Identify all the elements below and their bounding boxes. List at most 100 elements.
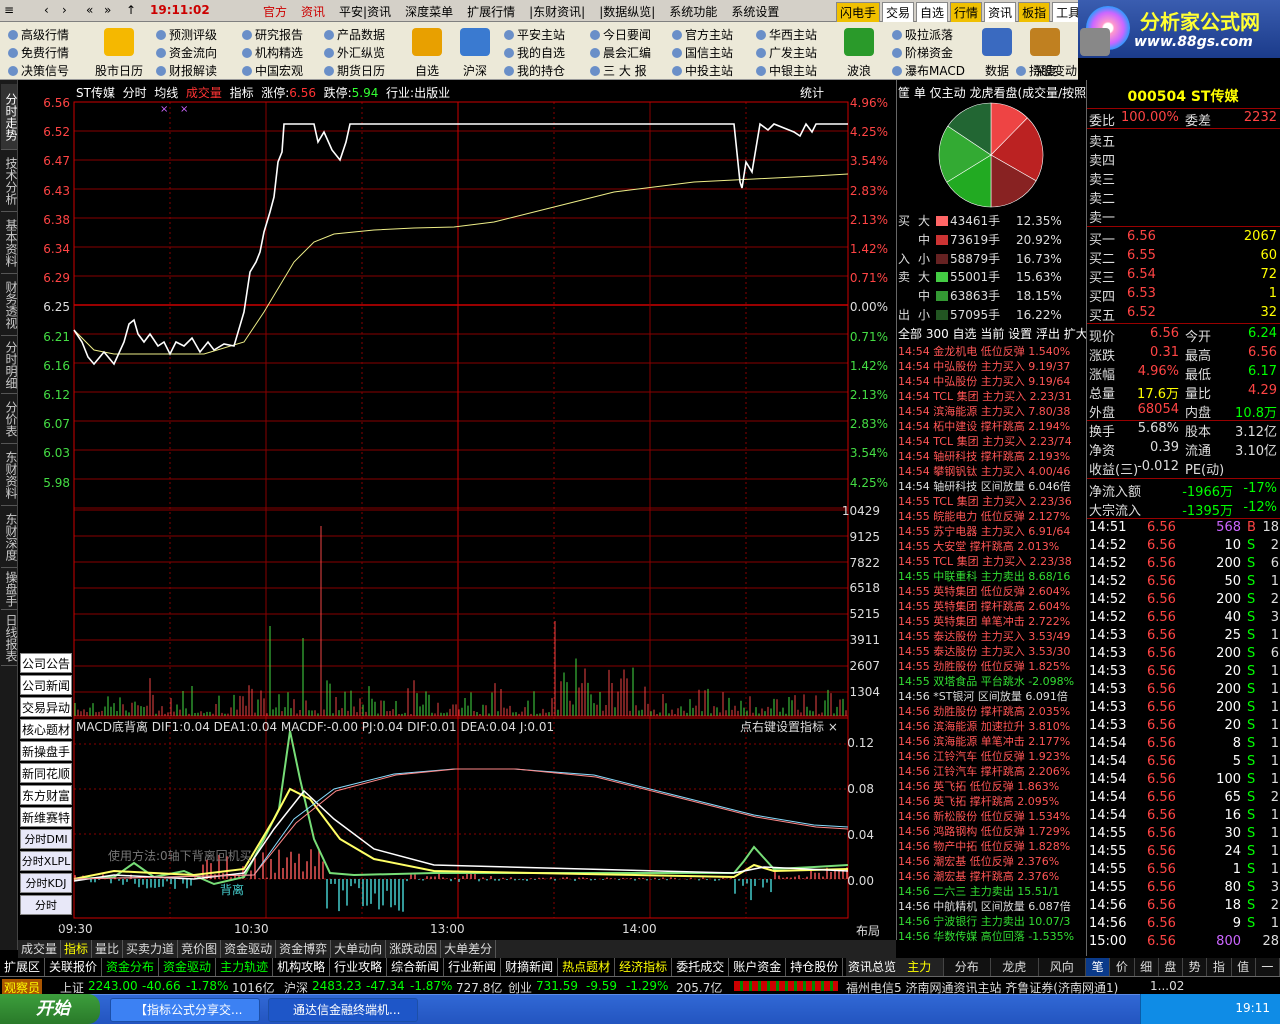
- toolbar-link-col6-2[interactable]: 三 大 报: [590, 62, 647, 79]
- flow-row[interactable]: 14:55 TCL 集团 主力买入 2.23/38: [898, 554, 1086, 569]
- quick-btn-3[interactable]: 行情: [950, 2, 983, 23]
- close-icon[interactable]: ×: [828, 720, 838, 734]
- flow-row[interactable]: 14:54 金龙机电 低位反弹 1.540%: [898, 344, 1086, 359]
- menu-item-2[interactable]: 平安|资讯: [332, 0, 398, 22]
- flow-row[interactable]: 14:55 泰达股份 主力买入 3.53/30: [898, 644, 1086, 659]
- toolbar-link-col2-1[interactable]: 资金流向: [156, 44, 217, 61]
- indicator-tab-0[interactable]: 成交量: [18, 940, 62, 958]
- side-button-0[interactable]: 公司公告: [20, 653, 72, 673]
- flow-row[interactable]: 14:56 英飞拓 撑杆跳高 2.095%: [898, 794, 1086, 809]
- big2-label[interactable]: 自选: [400, 62, 454, 79]
- side-button-5[interactable]: 新同花顺: [20, 763, 72, 783]
- flow-row[interactable]: 14:54 轴研科技 区间放量 6.046倍: [898, 479, 1086, 494]
- flow-row[interactable]: 14:56 滨海能源 单笔冲击 2.177%: [898, 734, 1086, 749]
- right-tab-6[interactable]: 值: [1232, 958, 1256, 976]
- flow-row[interactable]: 14:56 新松股份 低位反弹 1.534%: [898, 809, 1086, 824]
- right-tab-4[interactable]: 势: [1183, 958, 1208, 976]
- ext-tab-13[interactable]: 账户资金: [729, 958, 787, 976]
- back-icon[interactable]: ‹: [44, 3, 49, 17]
- side-button-1[interactable]: 公司新闻: [20, 675, 72, 695]
- mid-tab-2[interactable]: 龙虎: [991, 958, 1039, 976]
- flow-row[interactable]: 14:56 滨海能源 加速拉升 3.810%: [898, 719, 1086, 734]
- vtab-7[interactable]: 东财深度: [1, 506, 18, 568]
- menu-item-5[interactable]: |东财资讯|: [522, 0, 592, 22]
- side-button-11[interactable]: 分时MACD: [20, 895, 72, 932]
- flow-row[interactable]: 14:56 物产中拓 低位反弹 1.828%: [898, 839, 1086, 854]
- side-button-6[interactable]: 东方财富: [20, 785, 72, 805]
- flow-row[interactable]: 14:56 二六三 主力卖出 15.51/1: [898, 884, 1086, 899]
- big3-label[interactable]: 沪深: [448, 62, 502, 79]
- ext-tab-4[interactable]: 主力轨迹: [216, 958, 274, 976]
- flow-row[interactable]: 14:54 滨海能源 主力买入 7.80/38: [898, 404, 1086, 419]
- flow-row[interactable]: 14:56 鸿路钢构 低位反弹 1.729%: [898, 824, 1086, 839]
- taskbar-item-tdx[interactable]: 通达信金融终端机...: [268, 998, 418, 1022]
- toolbar-link-col1-0[interactable]: 高级行情: [8, 26, 69, 43]
- big5-icon[interactable]: [982, 28, 1012, 56]
- toolbar-link-col4-2[interactable]: 期货日历: [324, 62, 385, 79]
- flow-row[interactable]: 14:55 英特集团 低位反弹 2.604%: [898, 584, 1086, 599]
- toolbar-link-col6-1[interactable]: 晨会汇编: [590, 44, 651, 61]
- tab-volume[interactable]: 成交量: [186, 86, 222, 100]
- vtab-3[interactable]: 财务透视: [1, 274, 18, 336]
- menu-item-8[interactable]: 系统设置: [724, 0, 786, 22]
- mid-tab-3[interactable]: 风向: [1039, 958, 1086, 976]
- taskbar-item-browser[interactable]: 【指标公式分享交...: [110, 998, 260, 1022]
- tab-indicator[interactable]: 指标: [230, 86, 254, 100]
- info-overview-button[interactable]: 资讯总览: [846, 958, 898, 976]
- menu-item-7[interactable]: 系统功能: [662, 0, 724, 22]
- toolbar-link-col3-1[interactable]: 机构精选: [242, 44, 303, 61]
- flow-row[interactable]: 14:54 中弘股份 主力买入 9.19/64: [898, 374, 1086, 389]
- toolbar-link-col1-1[interactable]: 免费行情: [8, 44, 69, 61]
- ext-tab-8[interactable]: 行业新闻: [444, 958, 502, 976]
- side-button-3[interactable]: 核心题材: [20, 719, 72, 739]
- big6-label[interactable]: 深度: [1018, 62, 1072, 79]
- prev-icon[interactable]: «: [86, 3, 93, 17]
- mid-tab-1[interactable]: 分布: [944, 958, 991, 976]
- flow-row[interactable]: 14:55 英特集团 单笔冲击 2.722%: [898, 614, 1086, 629]
- big3-icon[interactable]: [460, 28, 490, 56]
- flow-row[interactable]: 14:56 劲胜股份 撑杆跳高 2.035%: [898, 704, 1086, 719]
- tab-fenshi[interactable]: 分时: [123, 86, 147, 100]
- ext-tab-14[interactable]: 持仓股份: [786, 958, 844, 976]
- big6-icon[interactable]: [1030, 28, 1060, 56]
- menu-item-6[interactable]: |数据纵览|: [592, 0, 662, 22]
- vtab-9[interactable]: 日线报表: [1, 610, 18, 666]
- flow-row[interactable]: 14:54 TCL 集团 主力买入 2.23/31: [898, 389, 1086, 404]
- toolbar-link-col1-2[interactable]: 决策信号: [8, 62, 69, 79]
- quick-btn-1[interactable]: 交易: [882, 2, 915, 23]
- toolbar-link-col9-1[interactable]: 阶梯资金: [892, 44, 953, 61]
- layout-label[interactable]: 布局: [856, 922, 880, 939]
- quick-btn-2[interactable]: 自选: [916, 2, 949, 23]
- toolbar-link-col2-0[interactable]: 预测评级: [156, 26, 217, 43]
- flow-row[interactable]: 14:56 中航精机 区间放量 6.087倍: [898, 899, 1086, 914]
- side-button-9[interactable]: 分时XLPL: [20, 851, 72, 871]
- big4-label[interactable]: 波浪: [832, 62, 886, 79]
- right-tab-0[interactable]: 笔: [1086, 958, 1111, 976]
- toolbar-link-col8-1[interactable]: 广发主站: [756, 44, 817, 61]
- menu-item-1[interactable]: 资讯: [294, 0, 332, 22]
- ext-tab-11[interactable]: 经济指标: [615, 958, 673, 976]
- stat-button[interactable]: 统计: [800, 84, 824, 101]
- indicator-tab-6[interactable]: 资金博弈: [276, 940, 332, 958]
- ext-tab-10[interactable]: 热点题材: [558, 958, 616, 976]
- flow-row[interactable]: 14:54 柘中建设 撑杆跳高 2.194%: [898, 419, 1086, 434]
- toolbar-link-col5-2[interactable]: 我的持仓: [504, 62, 565, 79]
- longhu-header[interactable]: 筐 单 仅主动 龙虎看盘(成交量/按照: [898, 84, 1086, 101]
- right-tab-1[interactable]: 价: [1110, 958, 1135, 976]
- toolbar-link-col7-0[interactable]: 官方主站: [672, 26, 733, 43]
- vtab-4[interactable]: 分时明细: [1, 336, 18, 394]
- flow-row[interactable]: 14:55 双塔食品 平台跳水 -2.098%: [898, 674, 1086, 689]
- vtab-0[interactable]: 分时走势: [1, 84, 18, 150]
- toolbar-link-col3-0[interactable]: 研究报告: [242, 26, 303, 43]
- next-icon[interactable]: »: [104, 3, 111, 17]
- right-tab-2[interactable]: 细: [1135, 958, 1159, 976]
- toolbar-link-col9-0[interactable]: 吸拉派落: [892, 26, 953, 43]
- big2-icon[interactable]: [412, 28, 442, 56]
- intraday-chart[interactable]: 使用方法:0轴下背离回机买背离 × ×: [18, 80, 896, 940]
- toolbar-link-col8-0[interactable]: 华西主站: [756, 26, 817, 43]
- up-icon[interactable]: ↑: [126, 3, 136, 17]
- flow-row[interactable]: 14:56 潮宏基 撑杆跳高 2.376%: [898, 869, 1086, 884]
- toolbar-link-col3-2[interactable]: 中国宏观: [242, 62, 303, 79]
- ext-tab-12[interactable]: 委托成交: [672, 958, 730, 976]
- toolbar-link-col4-1[interactable]: 外汇纵览: [324, 44, 385, 61]
